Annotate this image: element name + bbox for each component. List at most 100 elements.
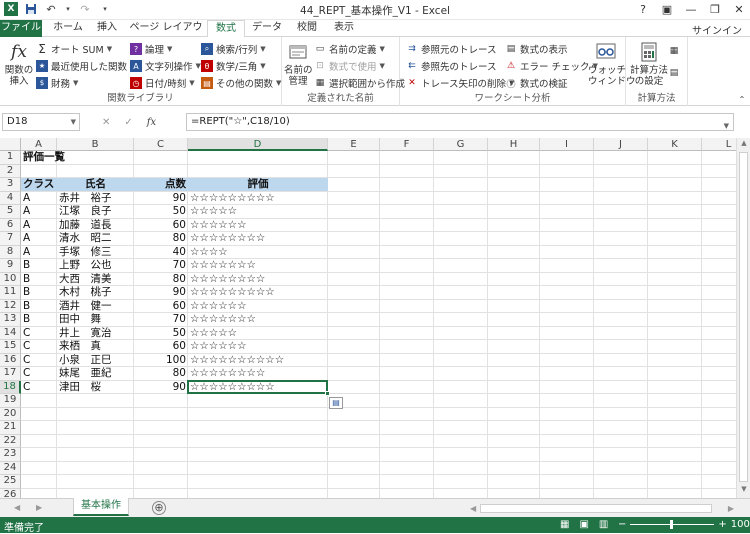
- row-header[interactable]: 6: [0, 218, 21, 232]
- calc-sheet-button[interactable]: ▤: [668, 65, 680, 81]
- cell[interactable]: B: [21, 286, 57, 300]
- spreadsheet-grid[interactable]: A B C D E F G H I J K L 1 2 3 4 5 6 7 8 9 10 11 12 13 14 15 16 17 18 1…: [0, 138, 750, 498]
- cell[interactable]: 手塚 修三: [57, 246, 134, 260]
- cell[interactable]: ☆☆☆☆☆☆: [188, 300, 328, 314]
- name-manager-button[interactable]: 名前の 管理: [284, 41, 313, 87]
- cell[interactable]: 点数: [134, 178, 188, 192]
- horizontal-scroll-thumb[interactable]: [480, 504, 712, 513]
- vertical-scrollbar[interactable]: ▲ ▼: [736, 138, 750, 498]
- scroll-down-icon[interactable]: ▼: [737, 485, 750, 497]
- remove-arrows-button[interactable]: ✕ トレース矢印の削除 ▼: [406, 75, 514, 91]
- trace-dependents-button[interactable]: ⇇ 参照先のトレース: [406, 58, 496, 74]
- show-formulas-button[interactable]: ▤ 数式の表示: [505, 41, 568, 57]
- row-header[interactable]: 17: [0, 367, 21, 381]
- scroll-right-icon[interactable]: ▶: [728, 504, 734, 513]
- scroll-up-icon[interactable]: ▲: [737, 139, 750, 151]
- cell[interactable]: 氏名: [57, 178, 134, 192]
- calc-now-button[interactable]: ▦: [668, 43, 680, 59]
- autosum-button[interactable]: Σ オート SUM ▼: [36, 41, 112, 57]
- cell[interactable]: B: [21, 300, 57, 314]
- zoom-slider-knob[interactable]: [670, 520, 674, 529]
- row-header[interactable]: 11: [0, 286, 21, 300]
- cell[interactable]: 90: [134, 381, 188, 395]
- cell[interactable]: C: [21, 340, 57, 354]
- cell[interactable]: 妹尾 亜紀: [57, 367, 134, 381]
- column-header[interactable]: I: [540, 138, 594, 151]
- cell[interactable]: ☆☆☆☆☆☆☆☆: [188, 232, 328, 246]
- cell[interactable]: 加藤 道長: [57, 219, 134, 233]
- row-header[interactable]: 18: [0, 380, 21, 394]
- lookup-button[interactable]: ⌕ 検索/行列 ▼: [201, 41, 266, 57]
- cell[interactable]: 90: [134, 192, 188, 206]
- column-header[interactable]: G: [434, 138, 488, 151]
- fill-handle[interactable]: [325, 391, 330, 396]
- cell[interactable]: 50: [134, 205, 188, 219]
- cell[interactable]: 60: [134, 300, 188, 314]
- enter-icon[interactable]: ✓: [124, 117, 132, 128]
- cell[interactable]: C: [21, 367, 57, 381]
- cell[interactable]: 上野 公也: [57, 259, 134, 273]
- column-header[interactable]: H: [488, 138, 540, 151]
- tab-7[interactable]: 表示: [329, 20, 359, 37]
- row-header[interactable]: 5: [0, 205, 21, 219]
- cell[interactable]: 来栖 真: [57, 340, 134, 354]
- row-header[interactable]: 14: [0, 326, 21, 340]
- collapse-ribbon-icon[interactable]: ⌃: [736, 91, 748, 107]
- insert-function-button[interactable]: fx 関数の 挿入: [4, 41, 34, 87]
- logical-button[interactable]: ? 論理 ▼: [130, 41, 172, 57]
- restore-icon[interactable]: ❐: [708, 1, 722, 17]
- cell[interactable]: ☆☆☆☆☆: [188, 327, 328, 341]
- cell[interactable]: 酒井 健一: [57, 300, 134, 314]
- recent-functions-button[interactable]: ★最近使用した関数▼: [36, 58, 135, 74]
- cell[interactable]: 江塚 良子: [57, 205, 134, 219]
- create-from-selection-button[interactable]: ▦ 選択範囲から作成: [314, 75, 405, 91]
- cell[interactable]: C: [21, 354, 57, 368]
- column-header[interactable]: F: [380, 138, 434, 151]
- cell[interactable]: 評価: [188, 178, 328, 192]
- evaluate-formula-button[interactable]: ⓕ 数式の検証: [505, 75, 567, 91]
- cell[interactable]: B: [21, 273, 57, 287]
- tab-1[interactable]: ホーム: [48, 20, 88, 37]
- cell[interactable]: 80: [134, 273, 188, 287]
- cell[interactable]: ☆☆☆☆☆: [188, 205, 328, 219]
- cell[interactable]: クラス: [21, 178, 57, 192]
- row-header[interactable]: 20: [0, 407, 21, 421]
- row-header[interactable]: 2: [0, 164, 21, 178]
- row-header[interactable]: 7: [0, 232, 21, 246]
- column-header[interactable]: E: [328, 138, 380, 151]
- tab-6[interactable]: 校閲: [292, 20, 322, 37]
- text-functions-button[interactable]: A 文字列操作 ▼: [130, 58, 201, 74]
- next-sheet-icon[interactable]: ▶: [36, 503, 42, 512]
- trace-precedents-button[interactable]: ⇉ 参照元のトレース: [406, 41, 496, 57]
- cell[interactable]: ☆☆☆☆☆☆☆☆☆☆: [188, 354, 328, 368]
- more-functions-button[interactable]: ▤ その他の関数 ▼: [201, 75, 281, 91]
- cell[interactable]: ☆☆☆☆☆☆☆: [188, 313, 328, 327]
- minimize-icon[interactable]: —: [684, 1, 698, 17]
- column-header[interactable]: J: [594, 138, 648, 151]
- financial-button[interactable]: $ 財務 ▼: [36, 75, 78, 91]
- row-header[interactable]: 21: [0, 421, 21, 435]
- horizontal-scrollbar[interactable]: ◀ ▶: [470, 502, 734, 515]
- column-header[interactable]: C: [134, 138, 188, 151]
- cell[interactable]: C: [21, 327, 57, 341]
- vertical-scroll-thumb[interactable]: [739, 152, 748, 482]
- zoom-in-icon[interactable]: +: [718, 519, 726, 530]
- cell[interactable]: ☆☆☆☆☆☆: [188, 340, 328, 354]
- cell[interactable]: 評価一覧: [21, 151, 65, 165]
- tab-4[interactable]: 数式: [207, 20, 245, 38]
- sheet-tab-basic[interactable]: 基本操作: [73, 498, 129, 516]
- calc-options-button[interactable]: 計算方法 の設定: [630, 41, 668, 87]
- row-header[interactable]: 15: [0, 340, 21, 354]
- watch-window-button[interactable]: ウォッチ ウィンドウ: [588, 41, 636, 87]
- row-header[interactable]: 1: [0, 151, 21, 165]
- column-header[interactable]: B: [57, 138, 134, 151]
- row-header[interactable]: 19: [0, 394, 21, 408]
- row-header[interactable]: 8: [0, 245, 21, 259]
- page-layout-view-icon[interactable]: ▣: [579, 519, 588, 530]
- cell[interactable]: 60: [134, 219, 188, 233]
- tab-0[interactable]: ファイル: [0, 20, 42, 37]
- cell[interactable]: B: [21, 259, 57, 273]
- math-button[interactable]: θ 数学/三角 ▼: [201, 58, 266, 74]
- formula-input[interactable]: =REPT("☆",C18/10) ▼: [186, 113, 734, 131]
- cell[interactable]: ☆☆☆☆☆☆☆☆☆: [188, 192, 328, 206]
